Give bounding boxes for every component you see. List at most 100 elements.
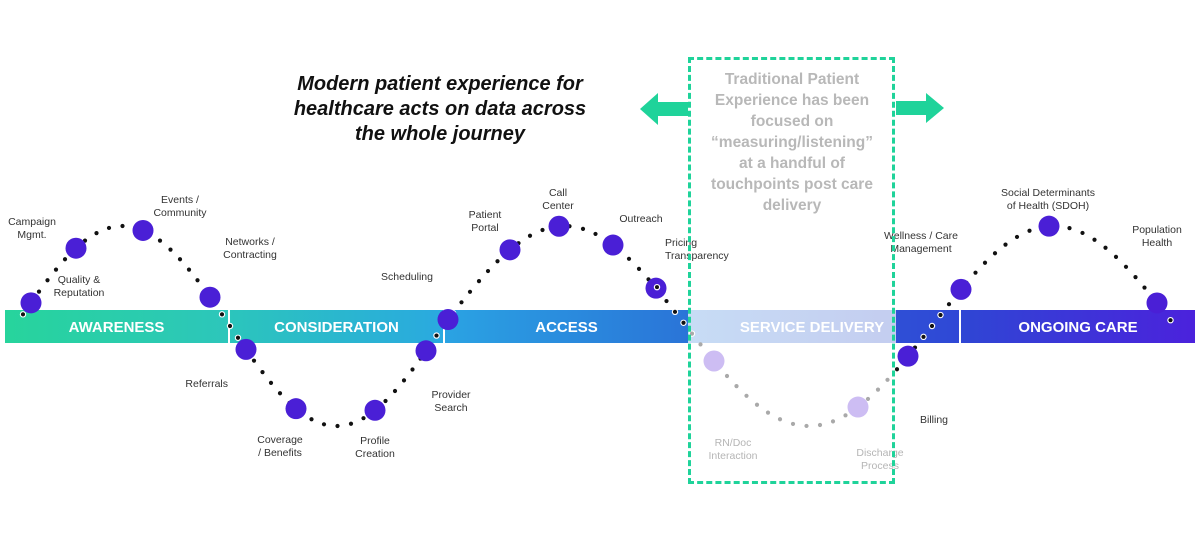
headline-line: the whole journey (354, 123, 526, 145)
path-dot (277, 391, 283, 396)
callout-line: touchpoints post care (711, 176, 873, 193)
arrow-right-icon (896, 93, 944, 123)
path-dot (973, 270, 978, 275)
node-center-dot (655, 285, 659, 290)
path-dot (268, 380, 274, 385)
touchpoint-label-line: Networks / (225, 236, 275, 248)
path-dot (120, 223, 125, 229)
path-dot (664, 298, 669, 304)
path-dot (309, 417, 314, 422)
touchpoint-label-line: Search (434, 402, 467, 414)
touchpoint-node-billing (897, 345, 919, 367)
touchpoint-label-line: Campaign (8, 216, 56, 228)
callout-line: Traditional Patient (724, 71, 860, 88)
path-dot (1003, 242, 1008, 247)
path-dot (485, 268, 491, 274)
path-dot (157, 238, 163, 243)
path-dot (527, 233, 533, 238)
touchpoint-label-line: Events / (161, 194, 199, 206)
touchpoint-label-line: Scheduling (381, 271, 433, 283)
path-dot (626, 256, 632, 261)
touchpoint-label-line: Billing (920, 414, 948, 426)
stage-label: ACCESS (535, 319, 598, 336)
touchpoint-node-wellness-care-management (950, 278, 972, 300)
callout-line: at a handful of (739, 155, 845, 172)
path-dot (219, 312, 225, 317)
path-dot (1092, 237, 1097, 242)
touchpoint-label-line: / Benefits (258, 447, 302, 459)
callout-line: “measuring/listening” (711, 134, 873, 151)
touchpoint-label-billing: Billing (920, 414, 948, 426)
path-dot (45, 278, 50, 283)
touchpoint-label-wellness-care-management: Wellness / Care Management (884, 230, 958, 255)
touchpoint-label-networks-contracting: Networks / Contracting (223, 236, 277, 261)
touchpoint-node-call-center (548, 215, 570, 237)
stage-label: ONGOING CARE (1018, 319, 1137, 336)
path-dot (672, 309, 678, 314)
stage-bar: AWARENESS CONSIDERATION ACCESS SERVICE DELI… (5, 310, 1195, 343)
path-dot (1113, 254, 1119, 260)
path-dot (1067, 226, 1072, 231)
path-dot (894, 367, 900, 372)
headline-line: Modern patient experience for (297, 73, 583, 95)
touchpoint-label-line: Patient (469, 209, 502, 221)
touchpoint-node-campaign-mgmt (65, 237, 87, 259)
path-dot (459, 300, 464, 305)
touchpoint-label-profile-creation: Profile Creation (355, 435, 395, 460)
touchpoint-label-line: Reputation (54, 287, 105, 299)
path-dot (982, 260, 988, 265)
touchpoint-label-call-center: Call Center (542, 187, 574, 212)
touchpoint-label-scheduling: Scheduling (381, 271, 433, 283)
path-dot (580, 226, 586, 231)
path-dot (938, 312, 943, 318)
touchpoint-label-line: Health (1142, 237, 1173, 249)
touchpoint-label-coverage-benefits: Coverage / Benefits (257, 434, 303, 459)
path-dot (992, 251, 998, 256)
arrow-left-icon (640, 93, 688, 125)
stage-label: AWARENESS (69, 319, 165, 336)
touchpoint-label-line: Profile (360, 435, 390, 447)
touchpoint-label-line: Management (890, 243, 951, 255)
path-dot (1123, 264, 1129, 269)
traditional-experience-callout-text: Traditional Patient Experience has been … (690, 69, 894, 216)
path-dot (495, 259, 500, 264)
touchpoint-label-line: Coverage (257, 434, 303, 446)
path-dot (1080, 230, 1085, 236)
path-dot (1014, 234, 1020, 240)
touchpoint-label-patient-portal: Patient Portal (469, 209, 502, 234)
path-dot (1168, 318, 1173, 323)
path-dot (392, 388, 398, 394)
path-dot (106, 225, 112, 231)
callout-line: focused on (750, 113, 834, 130)
touchpoint-label-line: Contracting (223, 249, 277, 261)
path-dot (251, 358, 257, 363)
touchpoint-label-line: Quality & (58, 274, 101, 286)
touchpoint-node-patient-portal (499, 239, 521, 261)
path-dot (1133, 275, 1138, 280)
touchpoint-label-line: of Health (SDOH) (1007, 200, 1089, 212)
touchpoint-node-sdoh (1038, 215, 1060, 237)
touchpoint-label-line: Outreach (619, 213, 662, 225)
touchpoint-label-referrals: Referrals (185, 378, 228, 390)
path-dot (921, 334, 926, 339)
touchpoint-node-provider-search (415, 340, 437, 362)
touchpoint-label-line: Creation (355, 448, 395, 460)
touchpoint-node-quality-reputation (20, 292, 42, 314)
path-dot (361, 416, 366, 421)
touchpoint-node-networks-contracting (199, 286, 221, 308)
touchpoint-label-line: Population (1132, 224, 1182, 236)
touchpoint-label-provider-search: Provider Search (431, 389, 471, 414)
path-dot (467, 289, 473, 294)
touchpoint-label-line: Social Determinants (1001, 187, 1095, 199)
touchpoint-label-quality-reputation: Quality & Reputation (54, 274, 105, 299)
path-dot (476, 279, 482, 284)
touchpoint-node-events-community (132, 219, 154, 241)
path-dot (186, 267, 192, 272)
path-dot (195, 278, 200, 283)
touchpoint-label-line: Community (153, 207, 207, 219)
path-dot (94, 231, 99, 236)
path-dot (235, 335, 241, 340)
touchpoint-label-line: Mgmt. (17, 229, 46, 241)
path-dot (321, 422, 327, 427)
touchpoint-label-line: Portal (471, 222, 498, 234)
